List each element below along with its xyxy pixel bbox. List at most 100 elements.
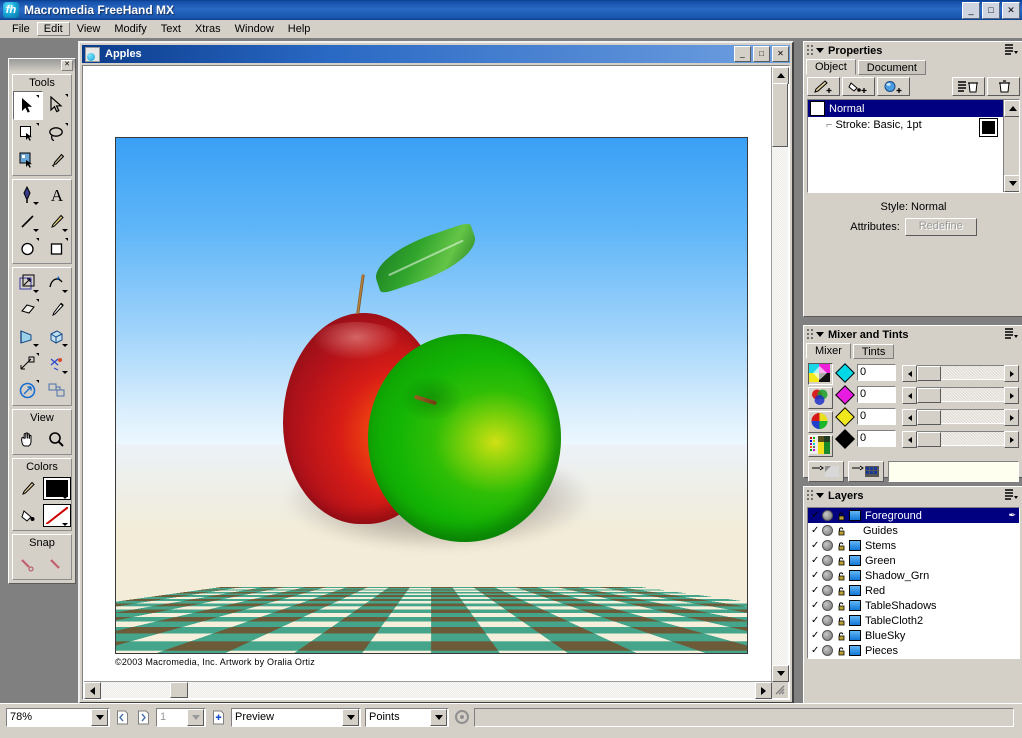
mixer-color-preview-well[interactable] <box>888 461 1019 482</box>
eyedropper-tool[interactable] <box>42 147 71 174</box>
resize-grip[interactable] <box>772 682 788 698</box>
layer-lock-icon[interactable] <box>836 526 845 535</box>
layer-row-tableshadows[interactable]: ✓TableShadows <box>808 598 1019 613</box>
zoom-dropdown-button[interactable] <box>91 709 108 726</box>
duplicate-attribute-button[interactable] <box>952 77 985 96</box>
black-slider[interactable] <box>902 431 1019 446</box>
cyan-decrease-button[interactable] <box>902 365 917 382</box>
fill-color-dropdown-arrow-icon[interactable] <box>62 523 68 526</box>
add-stroke-button[interactable] <box>807 77 840 96</box>
menu-item-xtras[interactable]: Xtras <box>188 22 228 36</box>
page-number-combo[interactable]: 1 <box>156 708 206 727</box>
layer-print-toggle-icon[interactable] <box>822 630 833 641</box>
layer-visibility-checkmark-icon[interactable]: ✓ <box>811 616 820 626</box>
scroll-left-button[interactable] <box>84 682 101 699</box>
units-value[interactable]: Points <box>366 711 430 723</box>
menu-item-modify[interactable]: Modify <box>107 22 153 36</box>
black-value-input[interactable]: 0 <box>857 430 896 447</box>
layer-print-toggle-icon[interactable] <box>822 540 833 551</box>
cmyk-mode-button[interactable] <box>808 363 833 385</box>
magenta-slider[interactable] <box>902 387 1019 402</box>
layer-visibility-checkmark-icon[interactable]: ✓ <box>811 586 820 596</box>
black-slider-thumb[interactable] <box>917 432 941 447</box>
menu-item-edit[interactable]: Edit <box>37 22 70 36</box>
yellow-value-input[interactable]: 0 <box>857 408 896 425</box>
menu-item-window[interactable]: Window <box>228 22 281 36</box>
yellow-slider[interactable] <box>902 409 1019 424</box>
layer-lock-icon[interactable] <box>836 601 845 610</box>
stroke-color-tool[interactable] <box>13 475 42 502</box>
layer-print-toggle-icon[interactable] <box>822 555 833 566</box>
layer-color-swatch[interactable] <box>849 510 861 521</box>
stroke-color-swatch[interactable] <box>42 475 71 502</box>
menu-item-text[interactable]: Text <box>154 22 188 36</box>
previous-page-button[interactable] <box>114 709 131 726</box>
tab-document[interactable]: Document <box>858 60 926 75</box>
layer-row-bluesky[interactable]: ✓BlueSky <box>808 628 1019 643</box>
graphic-hose-tool[interactable] <box>42 377 71 404</box>
page-tool[interactable] <box>13 120 42 147</box>
magenta-increase-button[interactable] <box>1004 387 1019 404</box>
layer-visibility-checkmark-icon[interactable]: ✓ <box>811 571 820 581</box>
zoom-value[interactable]: 78% <box>7 711 91 723</box>
subselect-tool[interactable] <box>43 91 71 118</box>
layer-print-toggle-icon[interactable] <box>822 570 833 581</box>
snap-to-point-tool[interactable] <box>13 551 42 578</box>
layer-row-shadow-grn[interactable]: ✓Shadow_Grn <box>808 568 1019 583</box>
list-item[interactable]: ⌐ Stroke: Basic, 1pt <box>808 117 1019 133</box>
menu-item-view[interactable]: View <box>70 22 108 36</box>
fill-color-swatch[interactable] <box>42 502 71 529</box>
rectangle-tool[interactable] <box>42 235 71 262</box>
ellipse-tool[interactable] <box>13 235 42 262</box>
layer-print-toggle-icon[interactable] <box>822 585 833 596</box>
magenta-value-input[interactable]: 0 <box>857 386 896 403</box>
pointer-tool[interactable] <box>13 91 43 120</box>
layer-color-swatch[interactable] <box>849 600 861 611</box>
knife-tool[interactable] <box>42 296 71 323</box>
stroke-color-chip[interactable] <box>980 119 997 136</box>
magenta-slider-thumb[interactable] <box>917 388 941 403</box>
layer-color-swatch[interactable] <box>849 570 861 581</box>
layers-panel-header[interactable]: Layers <box>804 487 1022 504</box>
line-tool[interactable] <box>13 208 42 235</box>
black-increase-button[interactable] <box>1004 431 1019 448</box>
layer-print-toggle-icon[interactable] <box>822 615 833 626</box>
panel-options-menu-icon[interactable] <box>1005 489 1019 501</box>
zoom-combo[interactable]: 78% <box>6 708 110 727</box>
close-button[interactable]: ✕ <box>1002 2 1020 19</box>
properties-panel-header[interactable]: Properties <box>804 42 1022 59</box>
layer-visibility-checkmark-icon[interactable]: ✓ <box>811 526 820 536</box>
minimize-button[interactable]: _ <box>962 2 980 19</box>
scroll-down-button[interactable] <box>772 665 789 682</box>
document-minimize-button[interactable]: _ <box>734 46 751 62</box>
horizontal-scroll-thumb[interactable] <box>170 682 188 698</box>
view-mode-dropdown-button[interactable] <box>342 709 359 726</box>
freeform-tool[interactable] <box>42 269 71 296</box>
blend-tool[interactable] <box>13 350 42 377</box>
artwork-image[interactable] <box>115 137 748 654</box>
vertical-scroll-thumb[interactable] <box>772 83 788 147</box>
black-decrease-button[interactable] <box>902 431 917 448</box>
snap-to-object-tool[interactable] <box>42 551 71 578</box>
layer-row-green[interactable]: ✓Green <box>808 553 1019 568</box>
mixer-panel-header[interactable]: Mixer and Tints <box>804 326 1022 343</box>
document-close-button[interactable]: ✕ <box>772 46 789 62</box>
magenta-decrease-button[interactable] <box>902 387 917 404</box>
panel-collapse-triangle-icon[interactable] <box>816 493 824 498</box>
document-title-bar[interactable]: Apples _ □ ✕ <box>82 45 790 63</box>
properties-scroll-down-button[interactable] <box>1004 175 1020 192</box>
scale-tool[interactable] <box>13 269 42 296</box>
layers-list[interactable]: ✓Foreground✒✓Guides✓Stems✓Green✓Shadow_G… <box>807 507 1020 659</box>
maximize-button[interactable]: □ <box>982 2 1000 19</box>
canvas-area[interactable]: ©2003 Macromedia, Inc. Artwork by Oralia… <box>84 67 772 682</box>
layer-color-swatch[interactable] <box>849 555 861 566</box>
document-maximize-button[interactable]: □ <box>753 46 770 62</box>
tools-palette-grip[interactable]: ✕ <box>9 59 75 71</box>
layer-visibility-checkmark-icon[interactable]: ✓ <box>811 601 820 611</box>
layer-row-foreground[interactable]: ✓Foreground✒ <box>808 508 1019 523</box>
panel-options-menu-icon[interactable] <box>1005 44 1019 56</box>
system-color-mode-button[interactable] <box>808 435 833 457</box>
properties-attribute-list[interactable]: Normal ⌐ Stroke: Basic, 1pt <box>807 99 1020 193</box>
tab-object[interactable]: Object <box>806 59 856 75</box>
pen-tool[interactable] <box>13 181 42 208</box>
